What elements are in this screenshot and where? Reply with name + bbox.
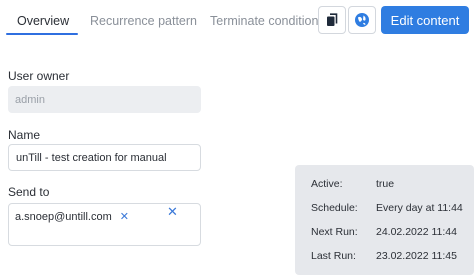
copy-button[interactable]	[318, 6, 346, 34]
last-run-label: Last Run:	[311, 250, 356, 262]
globe-button[interactable]	[348, 6, 376, 34]
name-label: Name	[8, 128, 41, 142]
edit-content-button[interactable]: Edit content	[381, 6, 469, 34]
user-owner-field: admin	[8, 86, 201, 113]
remove-tag-icon[interactable]: ✕	[120, 210, 129, 223]
next-run-label: Next Run:	[311, 226, 358, 238]
send-to-input[interactable]: a.snoep@untill.com ✕ ✕	[8, 203, 201, 246]
clear-all-icon[interactable]: ✕	[167, 204, 178, 220]
tab-recurrence-pattern[interactable]: Recurrence pattern	[90, 14, 197, 28]
schedule-label: Schedule:	[311, 202, 358, 214]
globe-icon	[355, 13, 369, 27]
tab-overview[interactable]: Overview	[17, 14, 69, 28]
active-tab-indicator	[6, 33, 78, 35]
recipient-tag-label: a.snoep@untill.com	[15, 210, 112, 223]
schedule-value: Every day at 11:44	[376, 202, 463, 214]
next-run-value: 24.02.2022 11:44	[376, 226, 457, 238]
schedule-info-panel: Active: true Schedule: Every day at 11:4…	[295, 165, 474, 275]
copy-icon	[327, 13, 338, 26]
user-owner-value: admin	[15, 93, 45, 106]
user-owner-label: User owner	[8, 69, 70, 83]
name-value: unTill - test creation for manual	[16, 151, 167, 164]
name-input[interactable]: unTill - test creation for manual	[8, 144, 201, 171]
send-to-label: Send to	[8, 185, 50, 199]
tab-terminate-conditions[interactable]: Terminate conditions	[210, 14, 325, 28]
active-value: true	[376, 178, 395, 190]
last-run-value: 23.02.2022 11:45	[376, 250, 457, 262]
active-label: Active:	[311, 178, 343, 190]
recipient-tag: a.snoep@untill.com ✕	[15, 210, 129, 224]
